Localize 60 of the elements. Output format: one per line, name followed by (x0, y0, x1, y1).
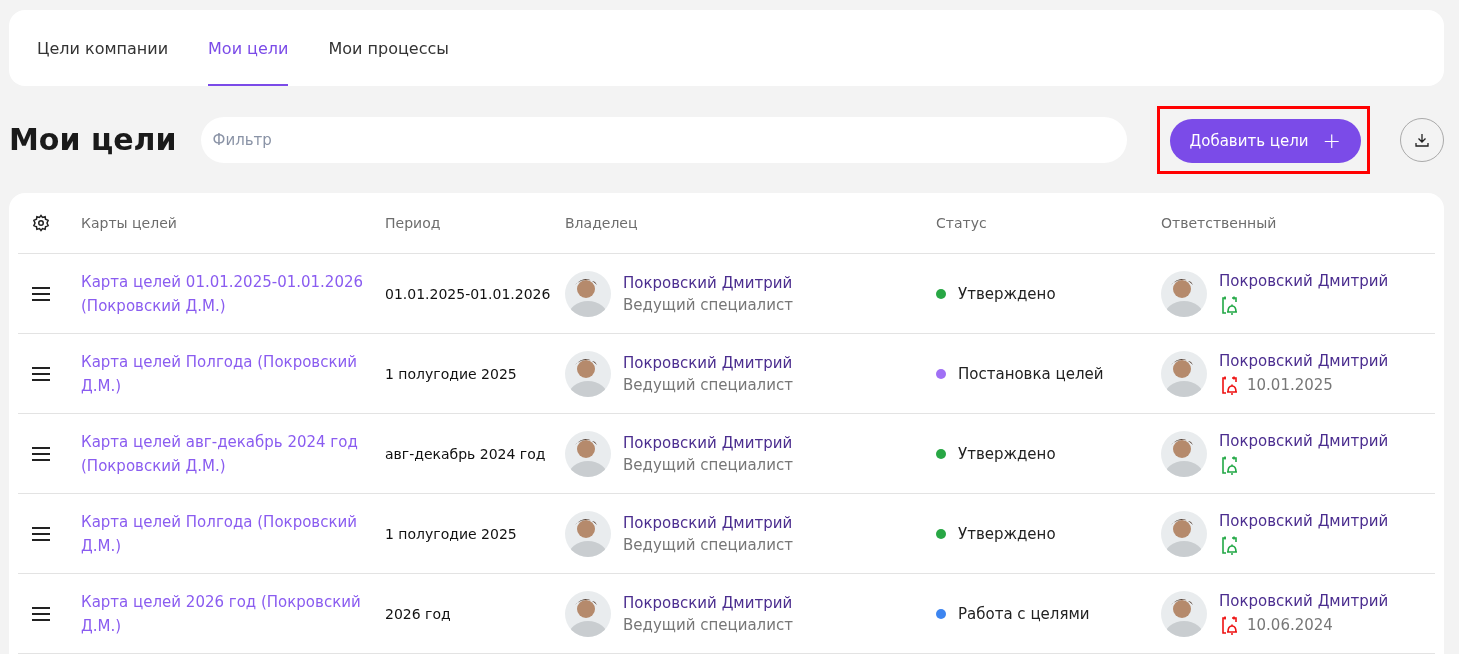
responsible-name[interactable]: Покровский Дмитрий (1219, 271, 1389, 290)
avatar (1161, 430, 1207, 477)
responsible-name[interactable]: Покровский Дмитрий (1219, 351, 1389, 370)
menu-icon[interactable] (31, 366, 50, 381)
status-text: Утверждено (958, 284, 1056, 303)
owner-role: Ведущий специалист (623, 375, 793, 394)
menu-icon[interactable] (31, 606, 50, 621)
responsible-name[interactable]: Покровский Дмитрий (1219, 431, 1389, 450)
owner-name[interactable]: Покровский Дмитрий (623, 513, 793, 532)
owner-role: Ведущий специалист (623, 615, 793, 634)
owner-name[interactable]: Покровский Дмитрий (623, 593, 793, 612)
owner-role: Ведущий специалист (623, 535, 793, 554)
goal-map-link[interactable]: Карта целей Полгода (Покровский Д.М.) (81, 509, 385, 558)
menu-icon[interactable] (31, 286, 50, 301)
menu-icon[interactable] (31, 526, 50, 541)
avatar (1161, 350, 1207, 397)
column-header: Ответственный (1161, 215, 1278, 231)
responsible-name[interactable]: Покровский Дмитрий (1219, 591, 1389, 610)
owner-name[interactable]: Покровский Дмитрий (623, 273, 793, 292)
owner-role: Ведущий специалист (623, 295, 793, 314)
period-text: 2026 год (385, 604, 452, 624)
status-text: Утверждено (958, 444, 1056, 463)
menu-icon[interactable] (31, 446, 50, 461)
period-text: 1 полугодие 2025 (385, 524, 518, 544)
goal-map-link[interactable]: Карта целей 2026 год (Покровский Д.М.) (81, 589, 385, 638)
period-text: авг-декабрь 2024 год (385, 444, 547, 464)
tab[interactable]: Мои процессы (328, 10, 449, 87)
owner-name[interactable]: Покровский Дмитрий (623, 433, 793, 452)
avatar (565, 430, 611, 477)
page-title: Мои цели (9, 122, 177, 158)
download-icon (1415, 132, 1429, 147)
settings-icon[interactable] (31, 214, 50, 232)
due-date: 10.06.2024 (1247, 615, 1333, 634)
goal-map-link[interactable]: Карта целей Полгода (Покровский Д.М.) (81, 349, 385, 398)
avatar (565, 510, 611, 557)
due-date: 10.01.2025 (1247, 375, 1333, 394)
tab[interactable]: Мои цели (208, 10, 289, 87)
tab[interactable]: Цели компании (37, 10, 169, 87)
avatar (1161, 510, 1207, 557)
status-text: Постановка целей (958, 364, 1104, 383)
owner-role: Ведущий специалист (623, 455, 793, 474)
column-header: Владелец (565, 215, 639, 231)
period-text: 01.01.2025-01.01.2026 (385, 284, 552, 304)
period-text: 1 полугодие 2025 (385, 364, 518, 384)
status-text: Утверждено (958, 524, 1056, 543)
avatar (1161, 590, 1207, 637)
column-header: Статус (936, 215, 988, 231)
add-goals-button[interactable]: Добавить цели + (1169, 118, 1361, 163)
goal-map-link[interactable]: Карта целей 01.01.2025-01.01.2026 (Покровский Д.М.) (81, 269, 385, 318)
column-header: Карты целей (81, 215, 178, 231)
status-text: Работа с целями (958, 604, 1090, 623)
avatar (565, 590, 611, 637)
column-header: Период (385, 215, 442, 231)
avatar (1161, 270, 1207, 317)
filter-field[interactable]: Фильтр (200, 116, 1127, 163)
owner-name[interactable]: Покровский Дмитрий (623, 353, 793, 372)
avatar (565, 350, 611, 397)
responsible-name[interactable]: Покровский Дмитрий (1219, 511, 1389, 530)
goal-map-link[interactable]: Карта целей авг-декабрь 2024 год (Покровский Д.М.) (81, 429, 385, 478)
avatar (565, 270, 611, 317)
